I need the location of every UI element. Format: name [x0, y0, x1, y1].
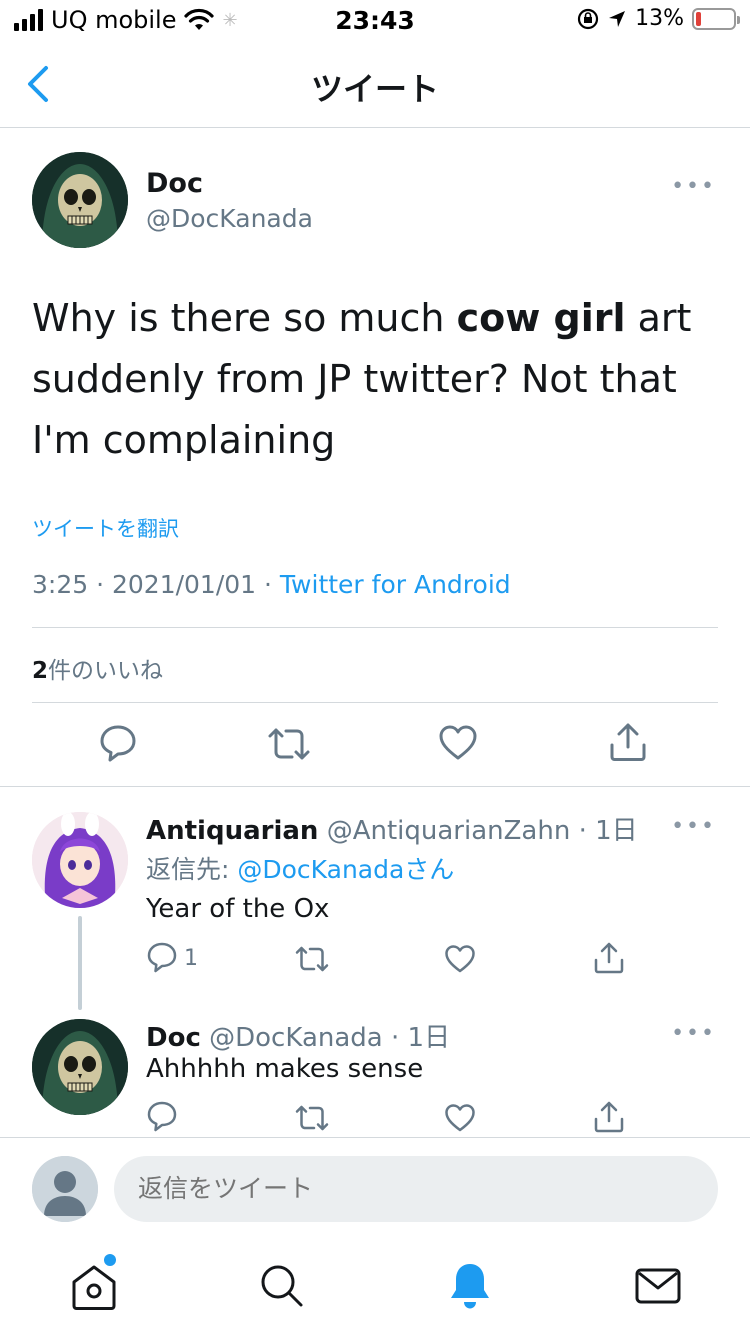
- reply-text: Ahhhhh makes sense: [146, 1054, 424, 1084]
- battery-percent: 13%: [635, 6, 684, 31]
- reply-text: Year of the Ox: [146, 894, 330, 924]
- divider: [0, 786, 750, 787]
- likes-label: 件のいいね: [48, 658, 164, 684]
- avatar[interactable]: [32, 812, 128, 908]
- status-bar: UQ mobile ✳ 23:43 13%: [0, 0, 750, 40]
- rotation-lock-icon: [577, 8, 599, 29]
- page-title: ツイート: [310, 70, 439, 108]
- like-heart-icon[interactable]: [444, 1102, 476, 1134]
- bottom-tab-bar: [0, 1240, 750, 1334]
- notifications-bell-icon[interactable]: [442, 1258, 498, 1314]
- share-icon[interactable]: [593, 941, 625, 975]
- more-options-icon[interactable]: •••: [671, 1021, 716, 1046]
- reply-header: Antiquarian @AntiquarianZahn · 1日: [146, 816, 638, 846]
- retweet-icon[interactable]: [294, 943, 330, 975]
- reply-compose-bar: [0, 1137, 750, 1237]
- tweet-text: Why is there so much cow girl art sudden…: [32, 288, 722, 471]
- share-icon[interactable]: [608, 721, 648, 763]
- tweet-actions: [0, 723, 750, 765]
- avatar[interactable]: [32, 1019, 128, 1115]
- reply-icon[interactable]: [146, 1100, 178, 1134]
- my-avatar[interactable]: [32, 1156, 98, 1222]
- home-icon[interactable]: [66, 1258, 122, 1314]
- more-options-icon[interactable]: •••: [671, 174, 716, 199]
- author-handle[interactable]: @DocKanada: [146, 204, 313, 233]
- location-arrow-icon: [609, 10, 626, 27]
- avatar[interactable]: [32, 152, 128, 248]
- translate-link[interactable]: ツイートを翻訳: [32, 513, 179, 543]
- reply-header: Doc @DocKanada · 1日: [146, 1023, 451, 1053]
- likes-count: 2: [32, 658, 49, 684]
- tweet-age: 1日: [407, 1023, 451, 1053]
- tweet-text-part: Why is there so much: [32, 296, 457, 340]
- tweet-time: 3:25: [32, 570, 89, 599]
- messages-envelope-icon[interactable]: [630, 1258, 686, 1314]
- likes-summary[interactable]: 2件のいいね: [32, 651, 163, 685]
- battery-icon: [692, 7, 740, 30]
- reply-input[interactable]: [114, 1156, 718, 1222]
- author-handle[interactable]: @DocKanada: [209, 1023, 383, 1053]
- like-heart-icon[interactable]: [438, 723, 478, 763]
- tweet-meta: 3:25 · 2021/01/01 · Twitter for Android: [32, 570, 511, 599]
- like-heart-icon[interactable]: [444, 943, 476, 975]
- reply-to-handle[interactable]: @DocKanada: [237, 855, 404, 884]
- tweet-text-bold: cow girl: [456, 296, 626, 340]
- reply-count: 1: [184, 946, 198, 971]
- reply-to-suffix: さん: [404, 855, 455, 884]
- reply-to-label: 返信先:: [146, 855, 238, 884]
- reply-to-line: 返信先: @DocKanadaさん: [146, 850, 454, 886]
- new-content-dot: [104, 1254, 116, 1266]
- share-icon[interactable]: [593, 1100, 625, 1134]
- nav-header: ツイート: [0, 40, 750, 128]
- retweet-icon[interactable]: [266, 724, 312, 764]
- divider: [32, 627, 718, 628]
- tweet-age: 1日: [595, 816, 638, 846]
- author-handle[interactable]: @AntiquarianZahn: [327, 816, 571, 846]
- author-name[interactable]: Doc: [146, 1023, 201, 1053]
- thread-connector: [78, 916, 82, 1010]
- author-name[interactable]: Doc: [146, 168, 203, 199]
- retweet-icon[interactable]: [294, 1102, 330, 1134]
- author-name[interactable]: Antiquarian: [146, 816, 318, 846]
- tweet-source-link[interactable]: Twitter for Android: [280, 570, 511, 599]
- tweet-date: 2021/01/01: [111, 570, 257, 599]
- more-options-icon[interactable]: •••: [671, 814, 716, 839]
- reply-icon[interactable]: [98, 723, 138, 763]
- reply-icon[interactable]: [146, 941, 178, 975]
- divider: [32, 702, 718, 703]
- search-icon[interactable]: [254, 1258, 310, 1314]
